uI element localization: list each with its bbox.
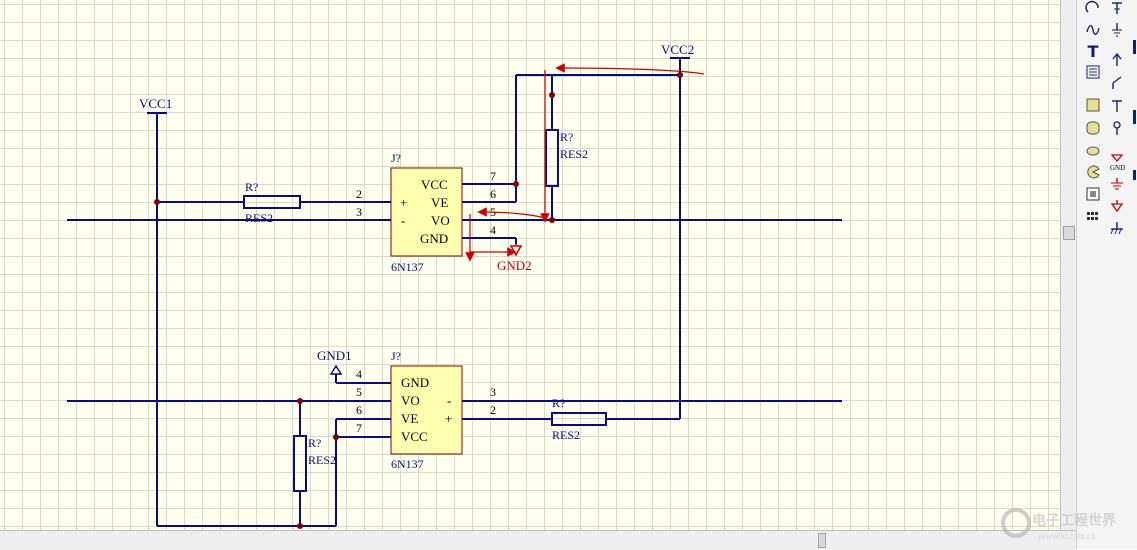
bottom-ic-pin-minus: - xyxy=(447,393,451,408)
top-ic-pin-7-num: 7 xyxy=(490,169,496,183)
resistor-input-bottom[interactable] xyxy=(551,412,607,426)
gnd-icon[interactable]: GND xyxy=(1106,152,1128,172)
array-icon[interactable] xyxy=(1082,206,1104,226)
vertical-scrollbar[interactable] xyxy=(1060,0,1077,530)
bottom-ic-designator: J? xyxy=(391,349,401,363)
graphic-icon[interactable] xyxy=(1082,184,1104,204)
rounded-rect-icon[interactable] xyxy=(1082,118,1104,138)
bottom-ic-pin-2-num: 2 xyxy=(490,403,496,417)
watermark-subtext: eeworld.com.cn xyxy=(1038,531,1096,541)
text-frame-icon[interactable] xyxy=(1082,62,1104,82)
red-annotations xyxy=(465,63,705,262)
top-ic-pin-3-num: 3 xyxy=(356,205,362,219)
bottom-ic-pin-7-num: 7 xyxy=(356,421,362,435)
bus-entry-icon[interactable] xyxy=(1106,73,1128,93)
earth-icon[interactable] xyxy=(1106,197,1128,217)
resistor-input-bottom-designator: R? xyxy=(552,396,565,410)
bottom-ic-pin-3-num: 3 xyxy=(490,385,496,399)
resistor-input-top-value: RES2 xyxy=(245,211,273,225)
chassis-ground-icon[interactable] xyxy=(1106,219,1128,239)
vcc1-label: VCC1 xyxy=(139,96,172,111)
rectangle-icon[interactable] xyxy=(1082,95,1104,115)
vcc2-label: VCC2 xyxy=(661,42,694,57)
input-port-icon[interactable] xyxy=(1106,50,1128,70)
resistor-input-top-designator: R? xyxy=(245,180,258,194)
top-ic-designator: J? xyxy=(391,151,401,165)
top-ic-pin-plus: + xyxy=(400,195,407,210)
bottom-ic-pin-ve: VE xyxy=(401,411,418,426)
power-port-icon[interactable] xyxy=(1106,0,1128,18)
partial-tool-icon xyxy=(1133,110,1136,124)
pie-icon[interactable] xyxy=(1082,162,1104,182)
no-connect-icon[interactable] xyxy=(1106,96,1128,116)
horizontal-scroll-thumb[interactable] xyxy=(818,533,826,548)
top-ic-pin-vo: VO xyxy=(431,213,450,228)
arc-icon[interactable] xyxy=(1082,0,1104,18)
annotation-arrow-top xyxy=(555,63,705,75)
top-ic-pin-6-num: 6 xyxy=(490,187,496,201)
gnd2-symbol xyxy=(509,244,523,257)
resistor-input-bottom-value: RES2 xyxy=(552,428,580,442)
gnd2-label: GND2 xyxy=(497,258,532,273)
top-ic-pin-ve: VE xyxy=(431,195,448,210)
ellipse-icon[interactable] xyxy=(1082,141,1104,161)
drawing-toolbox: T GND xyxy=(1076,0,1137,549)
top-ic-pin-4-num: 4 xyxy=(490,223,496,237)
watermark-text: 电子工程世界 xyxy=(1032,512,1117,529)
svg-text:GND: GND xyxy=(1110,164,1125,171)
bottom-ic-pin-gnd: GND xyxy=(401,375,429,390)
top-ic-part: 6N137 xyxy=(391,260,424,274)
partial-tool-icon xyxy=(1133,170,1136,180)
sine-icon[interactable] xyxy=(1082,20,1104,40)
signal-ground-icon[interactable] xyxy=(1106,175,1128,195)
probe-icon[interactable] xyxy=(1106,118,1128,138)
top-ic-pin-vcc: VCC xyxy=(421,177,448,192)
wires xyxy=(67,57,842,527)
resistor-pullup-bottom-value: RES2 xyxy=(308,453,336,467)
text-icon[interactable]: T xyxy=(1082,41,1104,61)
bottom-ic-pin-vcc: VCC xyxy=(401,429,428,444)
top-ic-pin-gnd: GND xyxy=(420,231,448,246)
gnd1-symbol xyxy=(329,364,343,378)
partial-tool-icon xyxy=(1133,40,1136,54)
watermark-logo: 电子工程世界 eeworld.com.cn xyxy=(1001,508,1117,541)
bottom-ic-pin-5-num: 5 xyxy=(356,385,362,399)
vertical-scroll-thumb[interactable] xyxy=(1063,226,1075,240)
gnd1-label: GND1 xyxy=(317,348,352,363)
resistor-pullup-top-value: RES2 xyxy=(560,147,588,161)
resistor-pullup-top[interactable] xyxy=(545,129,559,187)
bottom-ic-part: 6N137 xyxy=(391,457,424,471)
schematic-canvas[interactable]: VCC1 VCC2 GND1 GND2 J? 6N137 2 3 + - 7 6… xyxy=(0,0,1061,530)
resistor-pullup-top-designator: R? xyxy=(560,130,573,144)
ground-port-icon[interactable] xyxy=(1106,20,1128,40)
resistor-input-top[interactable] xyxy=(243,195,301,209)
horizontal-scrollbar[interactable] xyxy=(0,530,1076,550)
top-ic-pin-2-num: 2 xyxy=(356,187,362,201)
bottom-ic-pin-6-num: 6 xyxy=(356,403,362,417)
resistor-pullup-bottom-designator: R? xyxy=(308,436,321,450)
bottom-ic-pin-4-num: 4 xyxy=(356,367,362,381)
bottom-ic-pin-plus: + xyxy=(445,411,452,426)
bottom-ic-pin-vo: VO xyxy=(401,393,420,408)
top-ic-pin-minus: - xyxy=(401,213,405,228)
resistor-pullup-bottom[interactable] xyxy=(293,435,307,492)
